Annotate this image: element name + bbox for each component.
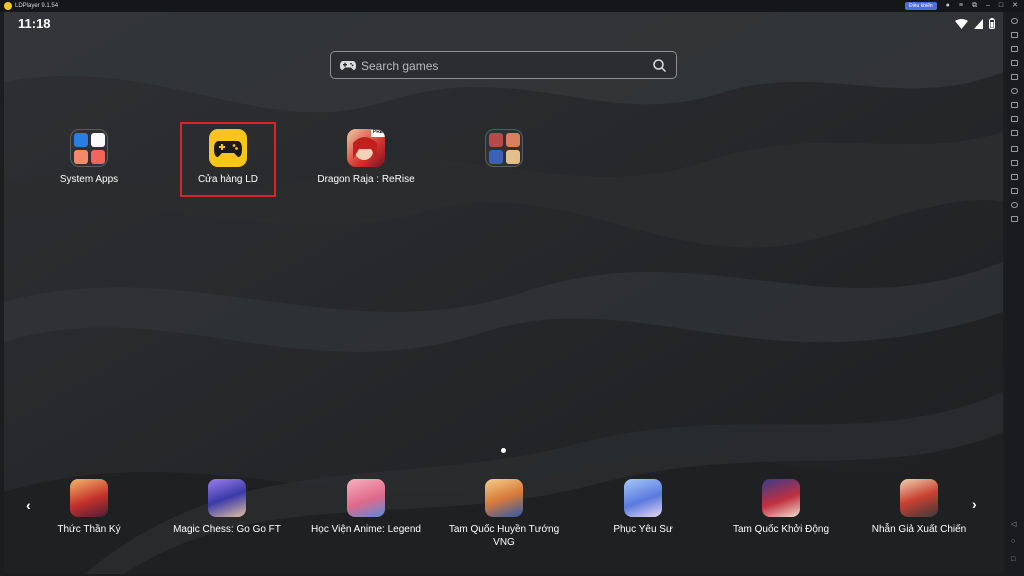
pre-badge: PRE [372,129,384,135]
ld-store-icon [209,129,247,167]
app-dragon-raja[interactable]: PRE Dragon Raja : ReRise [311,129,421,186]
app-label: Dragon Raja : ReRise [317,174,415,185]
gamepad-icon [340,61,356,70]
shake-icon[interactable] [1011,174,1018,180]
menu-icon[interactable]: ≡ [959,2,963,10]
window-title: LDPlayer 9.1.54 [15,3,59,9]
wifi-icon [955,18,968,29]
volume-down-icon[interactable] [1011,60,1018,66]
app-label: Cửa hàng LD [197,174,259,185]
system-apps-folder-icon [70,129,108,167]
dock-app-label: Thức Thần Ký [57,524,121,535]
account-icon[interactable]: ● [946,2,950,10]
screenshot-icon[interactable] [1011,160,1018,166]
dock-app-magic-chess[interactable]: Magic Chess: Go Go FT [162,479,292,536]
games-folder-icon [485,129,523,167]
sync-icon[interactable] [1011,88,1018,94]
more-icon[interactable] [1011,216,1018,222]
folder-icon[interactable] [1011,188,1018,194]
back-icon[interactable]: ◁ [1011,520,1016,528]
hoc-vien-anime-icon [347,479,385,517]
app-cua-hang-ld[interactable]: Cửa hàng LD [173,129,283,186]
dock-app-tam-quoc-huyen-tuong[interactable]: Tam Quốc Huyền Tướng VNG [439,479,569,549]
tam-quoc-khoi-dong-icon [762,479,800,517]
magnifier-icon[interactable] [653,59,666,72]
dragon-raja-icon: PRE [347,129,385,167]
dock-app-label: Phục Yêu Sư [613,524,673,535]
home-icon[interactable]: ○ [1011,538,1015,545]
location-icon[interactable] [1011,202,1018,208]
volume-up-icon[interactable] [1011,46,1018,52]
dock-app-label: Nhẫn Giả Xuất Chiến [871,524,967,535]
scissors-icon[interactable] [1011,130,1018,136]
settings-icon[interactable] [1011,18,1018,24]
dock-app-hoc-vien-anime[interactable]: Học Viện Anime: Legend [301,479,431,536]
minimize-icon[interactable]: – [986,2,990,10]
dock-app-nhan-gia-xuat-chien[interactable]: Nhẫn Giả Xuất Chiến [854,479,984,536]
fullscreen-icon[interactable] [1011,74,1018,80]
thuc-than-ky-icon [70,479,108,517]
emulator-toolbar: ◁ ○ □ [1006,12,1024,576]
restore-icon[interactable]: ⧉ [972,2,977,10]
magic-chess-icon [208,479,246,517]
android-home-screen: 11:18 System Apps [4,12,1003,574]
dock-app-tam-quoc-khoi-dong[interactable]: Tam Quốc Khởi Động [716,479,846,536]
tam-quoc-huyen-tuong-icon [485,479,523,517]
dock-app-label: Tam Quốc Huyền Tướng VNG [448,524,560,548]
battery-icon [989,18,995,29]
close-icon[interactable]: ✕ [1012,2,1018,10]
record-icon[interactable] [1011,146,1018,152]
dock-app-label: Tam Quốc Khởi Động [732,524,830,535]
app-label: System Apps [59,174,119,185]
dock-app-label: Magic Chess: Go Go FT [173,524,281,535]
dock-app-thuc-than-ky[interactable]: Thức Thần Ký [24,479,154,536]
dock-app-phuc-yeu-su[interactable]: Phục Yêu Sư [578,479,708,536]
ldplayer-logo-icon [4,2,12,10]
apk-icon[interactable] [1011,102,1018,108]
recents-icon[interactable]: □ [1011,556,1015,563]
dock-app-label: Học Viện Anime: Legend [311,524,421,535]
maximize-icon[interactable]: □ [999,2,1003,10]
status-icons [955,18,995,29]
phuc-yeu-su-icon [624,479,662,517]
window-titlebar: LDPlayer 9.1.54 Điều khiển ● ≡ ⧉ – □ ✕ [0,0,1024,12]
app-system-apps[interactable]: System Apps [34,129,144,186]
nhan-gia-xuat-chien-icon [900,479,938,517]
status-time: 11:18 [18,16,51,31]
app-folder[interactable] [449,129,559,174]
search-input[interactable] [361,58,641,74]
control-badge-button[interactable]: Điều khiển [905,2,937,10]
robot-icon[interactable] [1011,116,1018,122]
search-bar[interactable] [330,51,677,79]
keyboard-icon[interactable] [1011,32,1018,38]
signal-icon [974,18,983,29]
page-indicator [501,448,506,453]
